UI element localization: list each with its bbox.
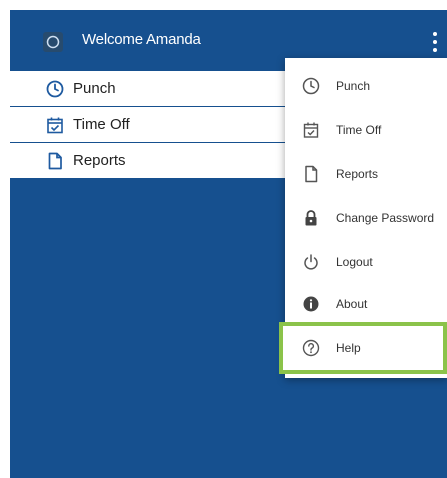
menu-item-label: Reports bbox=[336, 167, 379, 181]
overflow-menu: Punch Time Off Reports Change Password L… bbox=[279, 58, 447, 378]
nav-item-label: Reports bbox=[73, 152, 126, 169]
calendar-check-icon bbox=[45, 115, 65, 135]
menu-item-time-off[interactable]: Time Off bbox=[285, 110, 447, 150]
info-icon bbox=[301, 294, 321, 314]
power-icon bbox=[301, 252, 321, 272]
menu-item-reports[interactable]: Reports bbox=[285, 154, 447, 194]
clock-icon bbox=[45, 79, 65, 99]
nav-item-label: Punch bbox=[73, 80, 116, 97]
menu-item-label: Change Password bbox=[336, 211, 435, 225]
kebab-menu-icon[interactable] bbox=[431, 32, 439, 52]
menu-item-help[interactable]: Help bbox=[279, 322, 447, 374]
calendar-check-icon bbox=[301, 120, 321, 140]
menu-item-label: Time Off bbox=[336, 123, 382, 137]
menu-item-label: Logout bbox=[336, 255, 373, 269]
menu-item-change-password[interactable]: Change Password bbox=[285, 198, 447, 238]
menu-item-label: Punch bbox=[336, 79, 371, 93]
nav-item-label: Time Off bbox=[73, 116, 130, 133]
menu-item-about[interactable]: About bbox=[285, 284, 447, 324]
document-icon bbox=[45, 151, 65, 171]
lock-icon bbox=[301, 208, 321, 228]
menu-item-punch[interactable]: Punch bbox=[285, 66, 447, 106]
menu-item-label: About bbox=[336, 297, 368, 311]
menu-item-label: Help bbox=[336, 341, 361, 355]
document-icon bbox=[301, 164, 321, 184]
help-icon bbox=[301, 338, 321, 358]
app-clock-icon bbox=[43, 32, 63, 52]
welcome-title: Welcome Amanda bbox=[82, 31, 201, 48]
menu-item-logout[interactable]: Logout bbox=[285, 242, 447, 282]
clock-icon bbox=[301, 76, 321, 96]
